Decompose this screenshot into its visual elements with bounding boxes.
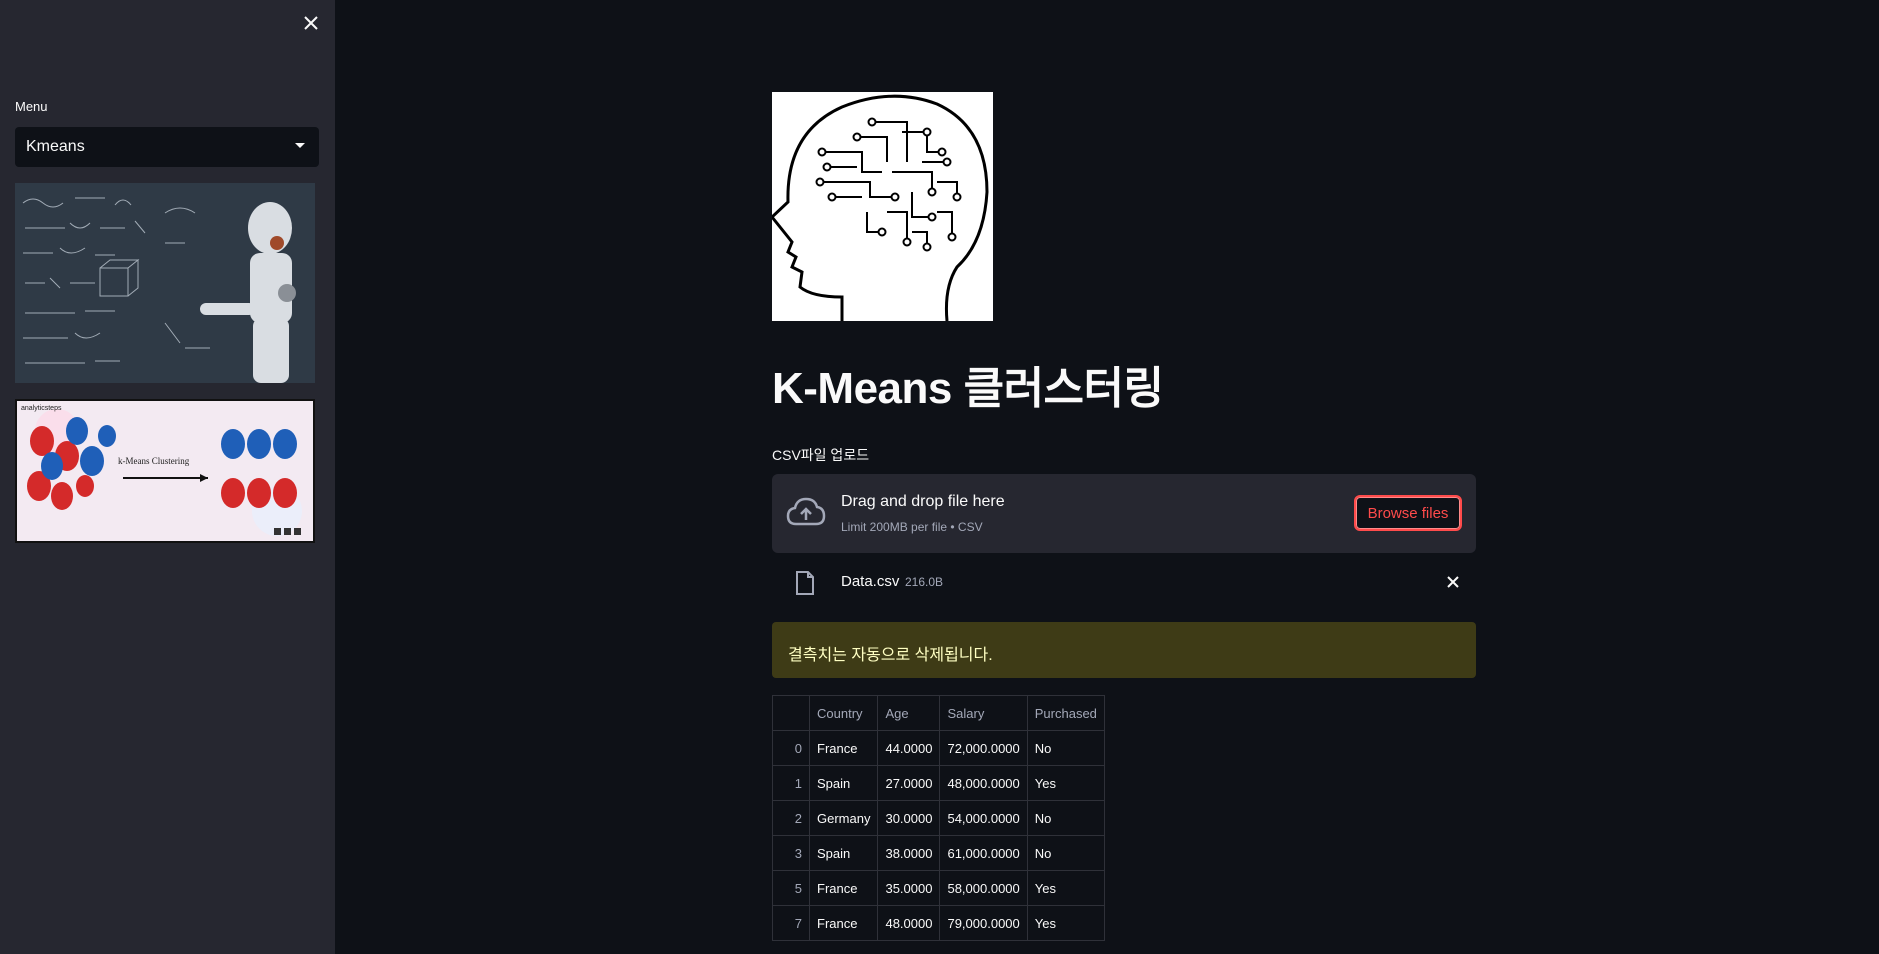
table-cell: 30.0000 (877, 800, 941, 836)
table-cell: Yes (1026, 905, 1105, 941)
kmeans-clustering-image: analyticsteps k-Means Clustering (15, 399, 315, 543)
row-index: 5 (772, 870, 810, 906)
table-cell: Yes (1026, 870, 1105, 906)
file-dropzone[interactable]: Drag and drop file here Limit 200MB per … (772, 474, 1476, 553)
row-index: 2 (772, 800, 810, 836)
table-cell: France (808, 870, 879, 906)
table-cell: Spain (808, 835, 879, 871)
page-title: K-Means 클러스터링 (772, 364, 1164, 413)
analyticsteps-logo-text: analyticsteps (21, 405, 62, 412)
table-cell: No (1026, 730, 1105, 766)
row-index: 3 (772, 835, 810, 871)
column-header[interactable]: Purchased (1026, 695, 1105, 731)
row-index: 1 (772, 765, 810, 801)
table-cell: 54,000.0000 (939, 800, 1028, 836)
upload-label: CSV파일 업로드 (772, 447, 870, 463)
file-icon (795, 571, 815, 600)
table-cell: No (1026, 800, 1105, 836)
cloud-upload-icon (786, 496, 826, 530)
table-cell: 27.0000 (877, 765, 941, 801)
dropzone-limit-text: Limit 200MB per file • CSV (841, 520, 983, 534)
remove-file-icon[interactable] (1444, 573, 1462, 591)
table-cell: 61,000.0000 (939, 835, 1028, 871)
browse-files-button[interactable]: Browse files (1354, 495, 1462, 531)
table-cell: 72,000.0000 (939, 730, 1028, 766)
column-header[interactable] (772, 695, 810, 731)
table-row: 5 France 35.0000 58,000.0000 Yes (772, 870, 1105, 906)
menu-select[interactable]: Kmeans (15, 127, 319, 167)
table-header-row: Country Age Salary Purchased (772, 695, 1105, 731)
row-index: 7 (772, 905, 810, 941)
ai-brain-circuit-image (772, 92, 993, 321)
table-row: 1 Spain 27.0000 48,000.0000 Yes (772, 765, 1105, 801)
column-header[interactable]: Salary (939, 695, 1028, 731)
dropzone-title: Drag and drop file here (841, 493, 1005, 510)
table-cell: 44.0000 (877, 730, 941, 766)
table-cell: 38.0000 (877, 835, 941, 871)
column-header[interactable]: Age (877, 695, 941, 731)
table-cell: Germany (808, 800, 879, 836)
file-size: 216.0B (905, 575, 944, 589)
table-cell: 48,000.0000 (939, 765, 1028, 801)
kmeans-caption-text: k-Means Clustering (118, 456, 190, 466)
menu-select-value: Kmeans (26, 138, 85, 155)
table-cell: Spain (808, 765, 879, 801)
ai-robot-chalkboard-image (15, 183, 315, 383)
table-cell: 58,000.0000 (939, 870, 1028, 906)
table-row: 0 France 44.0000 72,000.0000 No (772, 730, 1105, 766)
row-index: 0 (772, 730, 810, 766)
warning-alert: 결측치는 자동으로 삭제됩니다. (772, 622, 1476, 678)
data-table: Country Age Salary Purchased 0 France 44… (772, 695, 1105, 941)
caret-down-icon (295, 143, 305, 148)
table-cell: 79,000.0000 (939, 905, 1028, 941)
table-cell: Yes (1026, 765, 1105, 801)
file-name: Data.csv (841, 573, 900, 590)
uploaded-file-row: Data.csv 216.0B (772, 563, 1476, 601)
table-cell: France (808, 905, 879, 941)
table-cell: 35.0000 (877, 870, 941, 906)
menu-label: Menu (15, 99, 48, 114)
close-icon[interactable] (300, 12, 322, 34)
table-cell: 48.0000 (877, 905, 941, 941)
sidebar: Menu Kmeans analyticsteps k-Means Cluste… (0, 0, 335, 954)
table-cell: No (1026, 835, 1105, 871)
table-row: 3 Spain 38.0000 61,000.0000 No (772, 835, 1105, 871)
table-row: 7 France 48.0000 79,000.0000 Yes (772, 905, 1105, 941)
table-cell: France (808, 730, 879, 766)
table-row: 2 Germany 30.0000 54,000.0000 No (772, 800, 1105, 836)
column-header[interactable]: Country (808, 695, 879, 731)
